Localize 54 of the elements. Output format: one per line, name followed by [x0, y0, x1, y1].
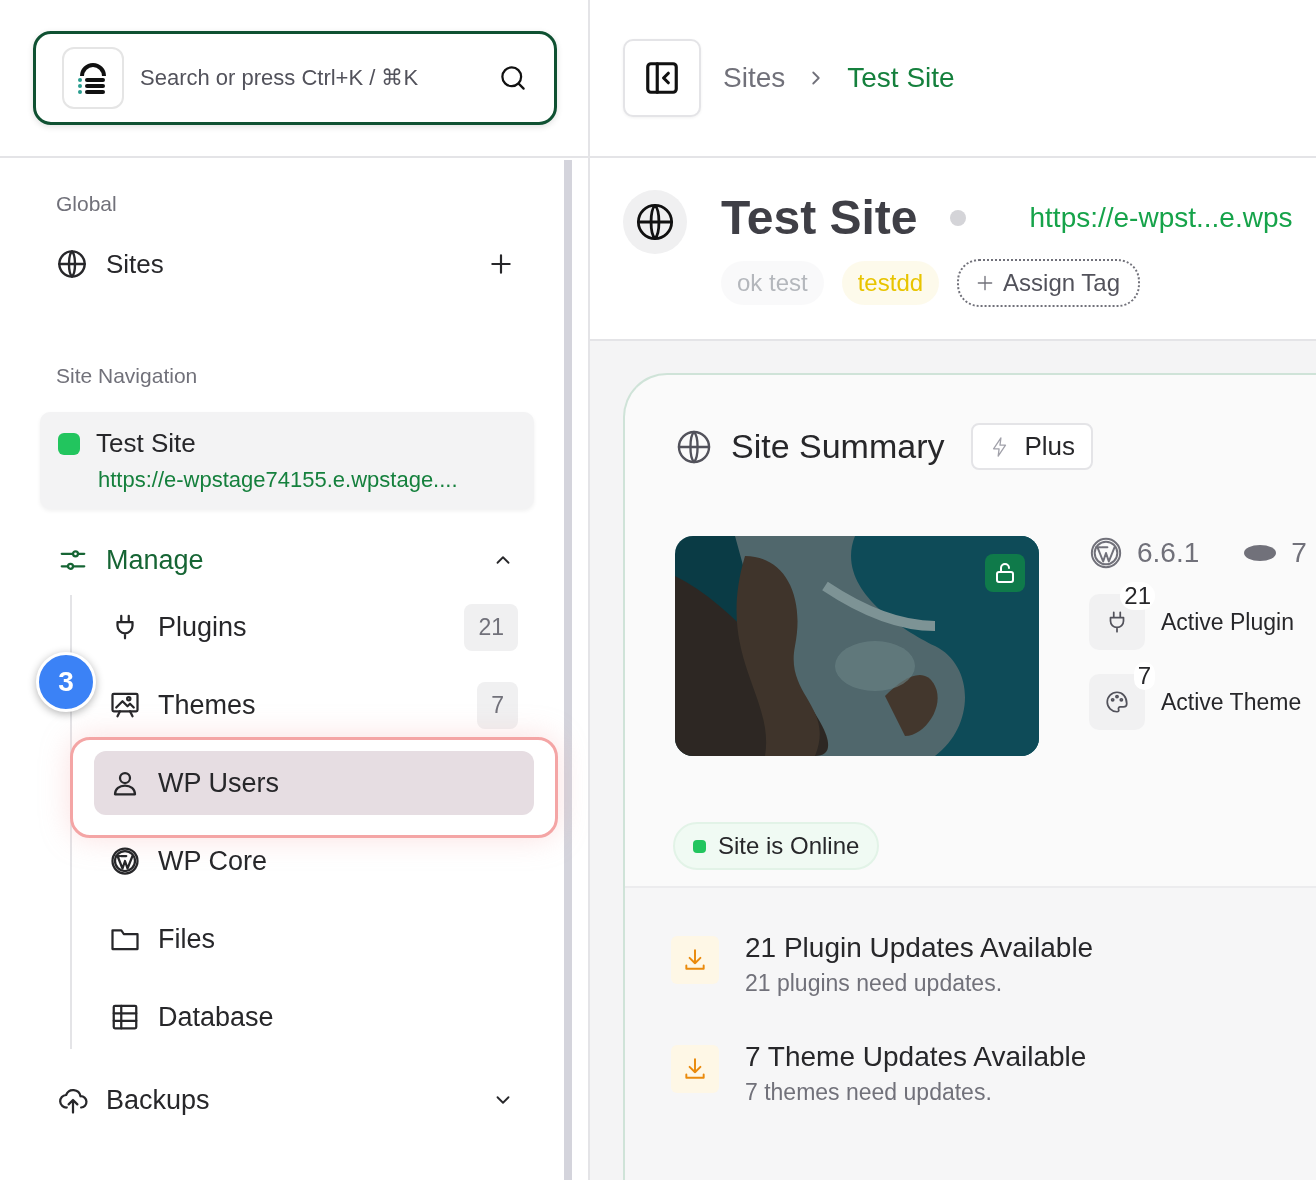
stat-label: Active Plugin	[1161, 608, 1294, 636]
sites-nav-item[interactable]: Sites	[40, 222, 534, 286]
wordpress-icon	[1089, 536, 1123, 570]
card-title: Site Summary	[731, 427, 945, 466]
nav-group-item[interactable]: Manage	[40, 529, 534, 591]
plan-badge: Plus	[970, 423, 1094, 470]
globe-icon	[634, 201, 676, 243]
php-version: 7	[1291, 537, 1307, 569]
site-title: Test Site	[721, 190, 918, 245]
stat-label: Active Theme	[1161, 688, 1302, 716]
current-site-card[interactable]: Test Site https://e-wpstage74155.e.wpstage....	[40, 412, 534, 509]
status-pill: Site is Online	[673, 822, 880, 870]
update-title[interactable]: 21 Plugin Updates Available	[745, 932, 1094, 964]
breadcrumb-link[interactable]: Sites	[723, 62, 786, 94]
scrollbar[interactable]	[564, 160, 572, 1180]
picture-frame-icon	[110, 690, 140, 720]
search-icon	[498, 63, 528, 93]
breadcrumb-link[interactable]: Test Site	[847, 62, 955, 94]
plus-icon	[488, 251, 514, 277]
site-name: Test Site	[96, 428, 196, 459]
nav-item[interactable]: Files	[94, 907, 534, 971]
globe-icon	[56, 248, 88, 280]
tag: ok test	[721, 261, 824, 305]
status-dot	[949, 209, 966, 226]
tour-step-badge: 3	[36, 652, 96, 712]
table-icon	[110, 1002, 140, 1032]
section-label: Global	[55, 192, 118, 217]
update-title[interactable]: 7 Theme Updates Available	[745, 1041, 1087, 1073]
wordpress-icon	[110, 846, 140, 876]
wp-version: 6.6.1	[1137, 537, 1200, 569]
nav-item[interactable]: Database	[94, 985, 534, 1049]
sidebar-toggle-icon	[643, 59, 681, 97]
site-url: https://e-wpstage74155.e.wpstage....	[97, 467, 459, 493]
unlock-icon	[993, 561, 1017, 585]
section-label: Site Navigation	[55, 364, 199, 389]
palette-icon	[1104, 689, 1130, 715]
download-icon	[682, 1056, 708, 1082]
download-icon	[682, 947, 708, 973]
tag: testdd	[841, 261, 940, 305]
nav-item[interactable]: WP Core	[94, 829, 534, 893]
count-badge: 21	[464, 603, 518, 651]
update-subtitle: 21 plugins need updates.	[745, 970, 1004, 997]
nav-group-item[interactable]: Backups	[40, 1069, 534, 1131]
nav-item[interactable]: WP Users	[94, 751, 534, 815]
count-badge: 7	[477, 681, 518, 729]
assign-tag-button[interactable]: Assign Tag	[957, 259, 1141, 307]
sidebar-toggle-button[interactable]	[623, 39, 701, 117]
logo-icon	[62, 47, 124, 109]
nav-item[interactable]: Plugins 21	[94, 595, 534, 659]
count-badge: 21	[1120, 582, 1155, 610]
update-subtitle: 7 themes need updates.	[745, 1079, 993, 1106]
count-badge: 7	[1133, 662, 1155, 690]
unlock-button[interactable]	[985, 554, 1025, 592]
nav-item[interactable]: Themes 7	[94, 673, 534, 737]
